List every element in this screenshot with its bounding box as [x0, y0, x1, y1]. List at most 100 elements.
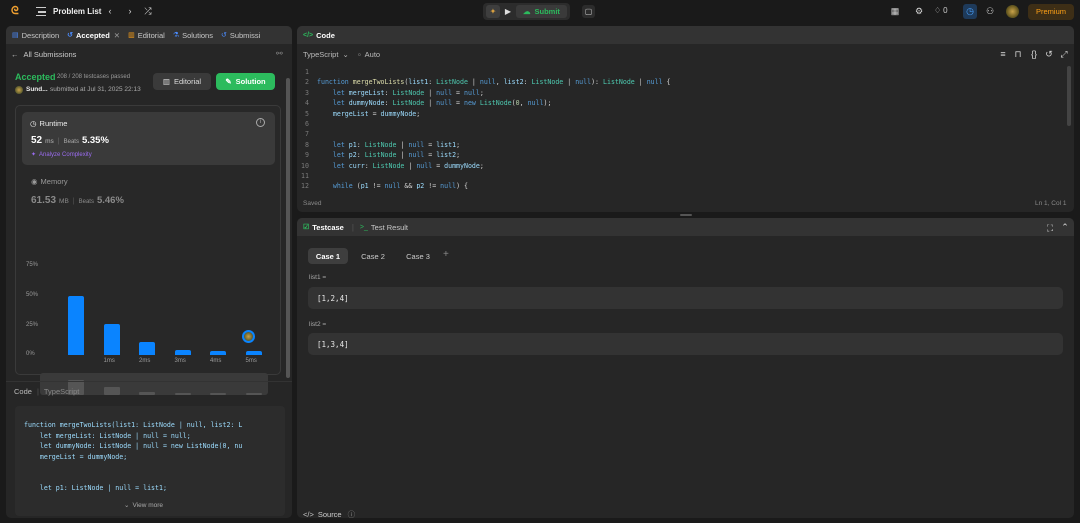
fire-icon: ♢	[934, 6, 942, 15]
chevron-down-icon: ⌄	[342, 50, 349, 59]
slider-bar	[245, 393, 262, 395]
code-editor[interactable]: 1 2 function mergeTwoLists(list1: ListNod…	[297, 67, 1074, 189]
x-tick-label: 4ms	[210, 358, 222, 364]
language-label: TypeScript	[43, 387, 80, 396]
problem-list-link[interactable]: Problem List	[53, 7, 101, 16]
scrollbar[interactable]	[286, 78, 290, 378]
analyze-complexity-label: Analyze Complexity	[39, 151, 92, 158]
bookmark-icon[interactable]: ⊓	[1012, 49, 1024, 60]
tab-solutions[interactable]: ⚗ Solutions	[173, 31, 213, 40]
avatar[interactable]	[1006, 5, 1019, 18]
submitted-code-snippet: function mergeTwoLists(list1: ListNode |…	[15, 406, 285, 516]
snippet-line	[24, 473, 285, 484]
format-icon[interactable]: ≡	[997, 49, 1009, 59]
streak-counter[interactable]: ♢ 0	[934, 6, 948, 15]
notes-icon[interactable]: ▢	[582, 5, 595, 18]
chart-bar[interactable]	[103, 324, 120, 355]
debug-icon[interactable]: ✦	[486, 5, 500, 18]
code-icon: </>	[303, 510, 314, 519]
saved-status: Saved	[303, 200, 322, 207]
book-icon: ▥	[162, 77, 170, 86]
book-icon: ▥	[128, 32, 135, 39]
input-list1[interactable]: [1,2,4]	[308, 287, 1063, 309]
chart-bar[interactable]	[68, 295, 84, 355]
expand-icon[interactable]: ⤢	[1058, 49, 1070, 60]
snippet-line	[24, 462, 285, 473]
run-icon[interactable]: ▶	[500, 7, 516, 16]
y-tick-label: 75%	[26, 262, 39, 268]
chart-bar[interactable]	[210, 351, 226, 355]
premium-button[interactable]: Premium	[1028, 4, 1074, 20]
help-icon[interactable]: ⓘ	[348, 509, 356, 520]
slider-bar	[210, 393, 226, 395]
case-tab-2[interactable]: Case 2	[353, 248, 393, 264]
y-tick-label: 0%	[26, 351, 35, 357]
language-select[interactable]: TypeScript ⌄	[303, 50, 349, 59]
shuffle-icon[interactable]: ⤮	[142, 6, 154, 17]
settings-icon[interactable]: ⚙	[913, 6, 925, 17]
left-tab-bar: ▤ Description ↺ Accepted ✕ ▥ Editorial ⚗ Solu…	[6, 26, 292, 44]
layout-icon[interactable]: ▦	[889, 6, 901, 17]
chart-bar[interactable]	[174, 350, 191, 355]
case-tab-3[interactable]: Case 3	[398, 248, 438, 264]
terminal-icon: >_	[359, 223, 368, 231]
braces-icon[interactable]: {}	[1028, 49, 1040, 59]
case-tab-1[interactable]: Case 1	[308, 248, 348, 264]
solution-marker-avatar[interactable]	[242, 330, 255, 343]
share-icon[interactable]: ⚯	[276, 49, 283, 58]
add-friend-icon[interactable]: ⚇	[984, 6, 996, 17]
memory-card[interactable]: ◉ Memory 61.53 MB | Beats 5.46%	[22, 169, 275, 214]
slider-bar	[174, 393, 191, 395]
tab-code[interactable]: </> Code	[303, 31, 335, 40]
username[interactable]: Sund...	[26, 86, 48, 93]
submit-label: Submit	[534, 7, 560, 16]
code-panel: </> Code TypeScript ⌄ ▫ Auto ≡ ⊓ {} ↺ ⤢ 1 2…	[297, 26, 1074, 212]
x-tick-label: 1ms	[103, 358, 115, 364]
input-label-list1: list1 =	[309, 274, 327, 281]
reset-icon[interactable]: ↺	[1043, 49, 1055, 60]
tab-editorial[interactable]: ▥ Editorial	[128, 31, 165, 40]
input-list2[interactable]: [1,3,4]	[308, 333, 1063, 355]
tab-description[interactable]: ▤ Description	[12, 31, 59, 40]
all-submissions-label: All Submissions	[23, 50, 77, 59]
code-label: Code	[14, 387, 32, 396]
user-avatar[interactable]	[15, 86, 23, 94]
runtime-card[interactable]: ◷ Runtime i 52 ms | Beats 5.35% ✦ Analyze …	[22, 112, 275, 165]
section-divider	[6, 381, 292, 382]
auto-toggle[interactable]: ▫ Auto	[358, 50, 380, 59]
y-tick-label: 50%	[26, 292, 39, 298]
tab-testcase[interactable]: ☑ Testcase	[303, 223, 344, 232]
submit-button[interactable]: ☁ Submit	[516, 5, 567, 18]
solution-button[interactable]: ✎ Solution	[216, 73, 275, 90]
resize-handle[interactable]	[680, 214, 692, 216]
stats-card: ◷ Runtime i 52 ms | Beats 5.35% ✦ Analyze …	[15, 105, 281, 395]
input-label-list2: list2 =	[309, 321, 327, 328]
tab-accepted[interactable]: ↺ Accepted ✕	[67, 31, 120, 40]
snippet-line: let p1: ListNode | null = list1;	[24, 484, 167, 492]
prev-problem-icon[interactable]: ‹	[104, 6, 116, 16]
all-submissions-link[interactable]: ← All Submissions	[11, 50, 76, 59]
document-icon: ▤	[12, 32, 19, 39]
runtime-beats: 5.35%	[81, 135, 109, 146]
tab-test-result[interactable]: >_ Test Result	[360, 223, 408, 232]
add-case-icon[interactable]: +	[443, 249, 449, 260]
chart-bar[interactable]	[245, 351, 262, 355]
editor-scrollbar[interactable]	[1067, 66, 1071, 126]
timer-icon[interactable]: ◷	[963, 4, 977, 19]
memory-label: Memory	[40, 177, 68, 186]
analyze-complexity-link[interactable]: ✦ Analyze Complexity	[31, 151, 92, 159]
source-link[interactable]: </> Source ⓘ	[303, 509, 355, 520]
chart-bar[interactable]	[139, 341, 155, 355]
snippet-line: function mergeTwoLists(list1: ListNode |…	[24, 421, 243, 429]
tab-submissions[interactable]: ↺ Submissi	[221, 31, 260, 40]
next-problem-icon[interactable]: ›	[124, 6, 136, 16]
close-tab-icon[interactable]: ✕	[114, 31, 120, 40]
collapse-icon[interactable]: ⌃	[1059, 222, 1071, 233]
leetcode-logo-icon[interactable]: ᘓ	[11, 5, 23, 18]
editorial-button[interactable]: ▥ Editorial	[153, 73, 211, 90]
view-more-label: View more	[132, 501, 164, 509]
view-more-button[interactable]: ⌄ View more	[124, 501, 164, 510]
info-icon[interactable]: i	[256, 118, 265, 127]
fullscreen-icon[interactable]: ⛶	[1044, 223, 1056, 234]
slider-bar	[139, 391, 155, 395]
